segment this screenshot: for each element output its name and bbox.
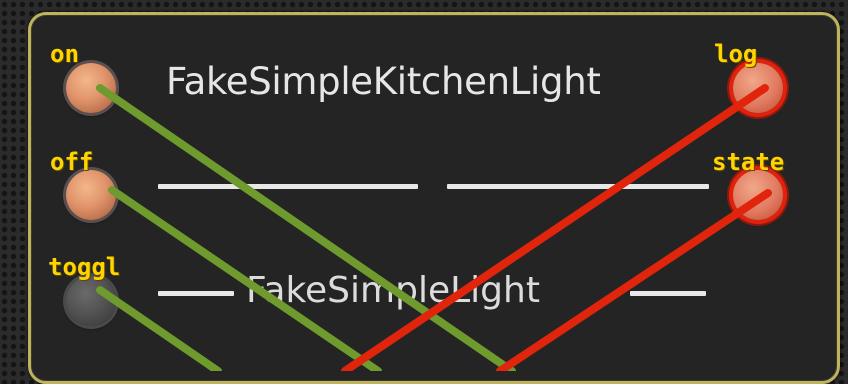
node-subtitle: FakeSimpleLight bbox=[246, 270, 540, 311]
output-port-label-state: state bbox=[712, 148, 785, 176]
input-port-label-toggle: toggl bbox=[48, 253, 121, 281]
output-port-state[interactable] bbox=[733, 170, 783, 220]
input-port-toggle[interactable] bbox=[66, 276, 116, 326]
output-port-label-log: log bbox=[714, 40, 758, 68]
input-port-off[interactable] bbox=[66, 170, 116, 220]
subtitle-rule-left bbox=[158, 291, 234, 296]
input-port-on[interactable] bbox=[66, 63, 116, 113]
separator-left bbox=[158, 184, 418, 189]
node-title: FakeSimpleKitchenLight bbox=[166, 60, 601, 103]
subtitle-rule-right bbox=[630, 291, 706, 296]
input-port-label-on: on bbox=[50, 40, 79, 68]
input-port-label-off: off bbox=[50, 148, 94, 176]
output-port-log[interactable] bbox=[733, 63, 783, 113]
separator-right bbox=[447, 184, 709, 189]
